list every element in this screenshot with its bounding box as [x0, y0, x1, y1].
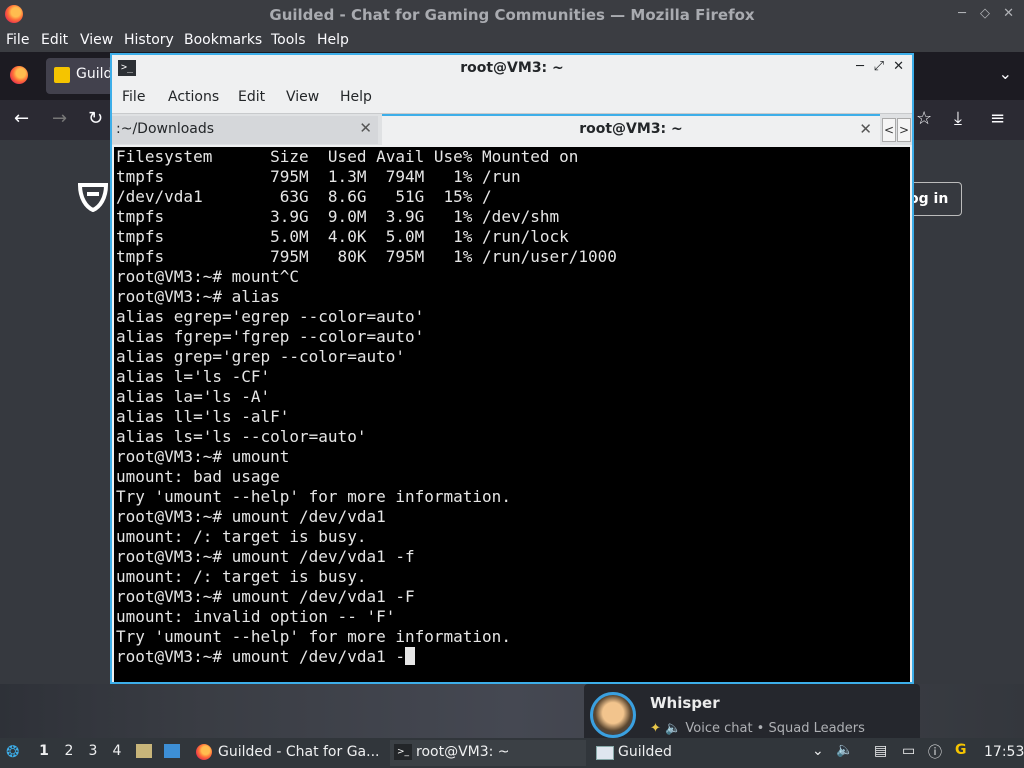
- restore-icon[interactable]: ⤢: [874, 59, 884, 74]
- show-desktop-icon[interactable]: [164, 744, 180, 760]
- minimize-icon[interactable]: ─: [856, 59, 864, 74]
- menu-file[interactable]: File: [6, 32, 29, 48]
- menu-tools[interactable]: Tools: [271, 32, 306, 48]
- close-icon[interactable]: ✕: [1003, 6, 1014, 21]
- menu-history[interactable]: History: [124, 32, 174, 48]
- maximize-icon[interactable]: ◇: [980, 6, 990, 21]
- close-tab-icon[interactable]: ✕: [359, 119, 372, 137]
- back-icon[interactable]: ←: [14, 108, 29, 129]
- display-icon[interactable]: ▭: [902, 743, 915, 759]
- clock[interactable]: 17:53: [984, 744, 1024, 760]
- firefox-icon: [196, 744, 212, 760]
- guilded-tray-icon[interactable]: G: [955, 742, 967, 758]
- menu-view[interactable]: View: [286, 89, 319, 105]
- menu-help[interactable]: Help: [317, 32, 349, 48]
- menu-actions[interactable]: Actions: [168, 89, 219, 105]
- notification-subtitle-text: Voice chat • Squad Leaders: [685, 721, 865, 736]
- window-icon: [596, 746, 614, 760]
- tab-label: Guild: [76, 66, 113, 82]
- tab-label: root@VM3: ~: [579, 121, 683, 137]
- minimize-icon[interactable]: ─: [958, 6, 966, 21]
- notification-title: Whisper: [650, 694, 720, 712]
- terminal-menubar: File Actions Edit View Help: [112, 83, 912, 113]
- scroll-tabs-right-icon[interactable]: >: [897, 118, 911, 142]
- task-label: root@VM3: ~: [416, 744, 510, 760]
- tab-label: :~/Downloads: [116, 121, 215, 137]
- tab-root-home[interactable]: root@VM3: ~ ✕: [382, 114, 880, 146]
- notification-subtitle: ✦ 🔈 Voice chat • Squad Leaders: [650, 721, 865, 736]
- firefox-view-icon[interactable]: [10, 66, 28, 84]
- task-guilded[interactable]: Guilded: [592, 740, 742, 766]
- terminal-tab-bar: :~/Downloads ✕ root@VM3: ~ ✕ < >: [112, 113, 912, 146]
- firefox-menubar: File Edit View History Bookmarks Tools H…: [0, 30, 1024, 52]
- task-firefox[interactable]: Guilded - Chat for Ga...: [192, 740, 382, 766]
- guilded-logo-icon[interactable]: [78, 182, 108, 212]
- menu-help[interactable]: Help: [340, 89, 372, 105]
- file-manager-icon[interactable]: [136, 744, 152, 760]
- desktop-4[interactable]: 4: [108, 743, 126, 759]
- scroll-tabs-left-icon[interactable]: <: [882, 118, 896, 142]
- taskbar: ❂ 1 2 3 4 Guilded - Chat for Ga... >_ ro…: [0, 738, 1024, 768]
- desktop-2[interactable]: 2: [60, 743, 78, 759]
- desktop-1[interactable]: 1: [35, 743, 53, 759]
- menu-bookmarks[interactable]: Bookmarks: [184, 32, 262, 48]
- task-label: Guilded - Chat for Ga...: [218, 744, 380, 760]
- system-tray-arrow-icon[interactable]: ⌄: [812, 743, 824, 759]
- volume-icon[interactable]: 🔈: [836, 742, 853, 758]
- terminal-window[interactable]: >_ root@VM3: ~ ─ ⤢ ✕ File Actions Edit V…: [110, 53, 914, 684]
- bookmark-star-icon[interactable]: ☆: [916, 108, 932, 129]
- menu-file[interactable]: File: [122, 89, 145, 105]
- close-tab-icon[interactable]: ✕: [859, 120, 872, 138]
- task-label: Guilded: [618, 744, 672, 760]
- speaker-icon: 🔈: [665, 721, 682, 736]
- app-launcher-icon[interactable]: ❂: [6, 742, 19, 761]
- desktop-3[interactable]: 3: [84, 743, 102, 759]
- squad-badge-icon: ✦: [650, 721, 661, 736]
- downloads-icon[interactable]: ⤓: [954, 108, 962, 129]
- app-menu-icon[interactable]: ≡: [990, 108, 1005, 129]
- task-terminal[interactable]: >_ root@VM3: ~: [390, 740, 586, 766]
- terminal-window-title: root@VM3: ~: [460, 60, 564, 76]
- menu-view[interactable]: View: [80, 32, 113, 48]
- whisper-notification[interactable]: Whisper ✦ 🔈 Voice chat • Squad Leaders: [584, 684, 920, 744]
- menu-edit[interactable]: Edit: [238, 89, 265, 105]
- list-all-tabs-icon[interactable]: ⌄: [999, 64, 1012, 83]
- firefox-window-title: Guilded - Chat for Gaming Communities — …: [269, 6, 755, 24]
- notifications-icon[interactable]: ⓘ: [928, 742, 942, 762]
- terminal-titlebar[interactable]: >_ root@VM3: ~ ─ ⤢ ✕: [112, 55, 912, 83]
- reload-icon[interactable]: ↻: [88, 108, 103, 129]
- tab-downloads[interactable]: :~/Downloads ✕: [112, 116, 378, 144]
- clipboard-icon[interactable]: ▤: [874, 743, 887, 759]
- terminal-app-icon: >_: [394, 744, 412, 760]
- forward-icon[interactable]: →: [52, 108, 67, 129]
- text-cursor: [404, 647, 415, 665]
- close-icon[interactable]: ✕: [893, 59, 904, 74]
- guilded-favicon-icon: [54, 67, 70, 83]
- terminal-screen[interactable]: Filesystem Size Used Avail Use% Mounted …: [114, 147, 910, 682]
- terminal-output: Filesystem Size Used Avail Use% Mounted …: [116, 147, 617, 666]
- menu-edit[interactable]: Edit: [41, 32, 68, 48]
- avatar: [590, 692, 636, 738]
- firefox-titlebar: Guilded - Chat for Gaming Communities — …: [0, 0, 1024, 30]
